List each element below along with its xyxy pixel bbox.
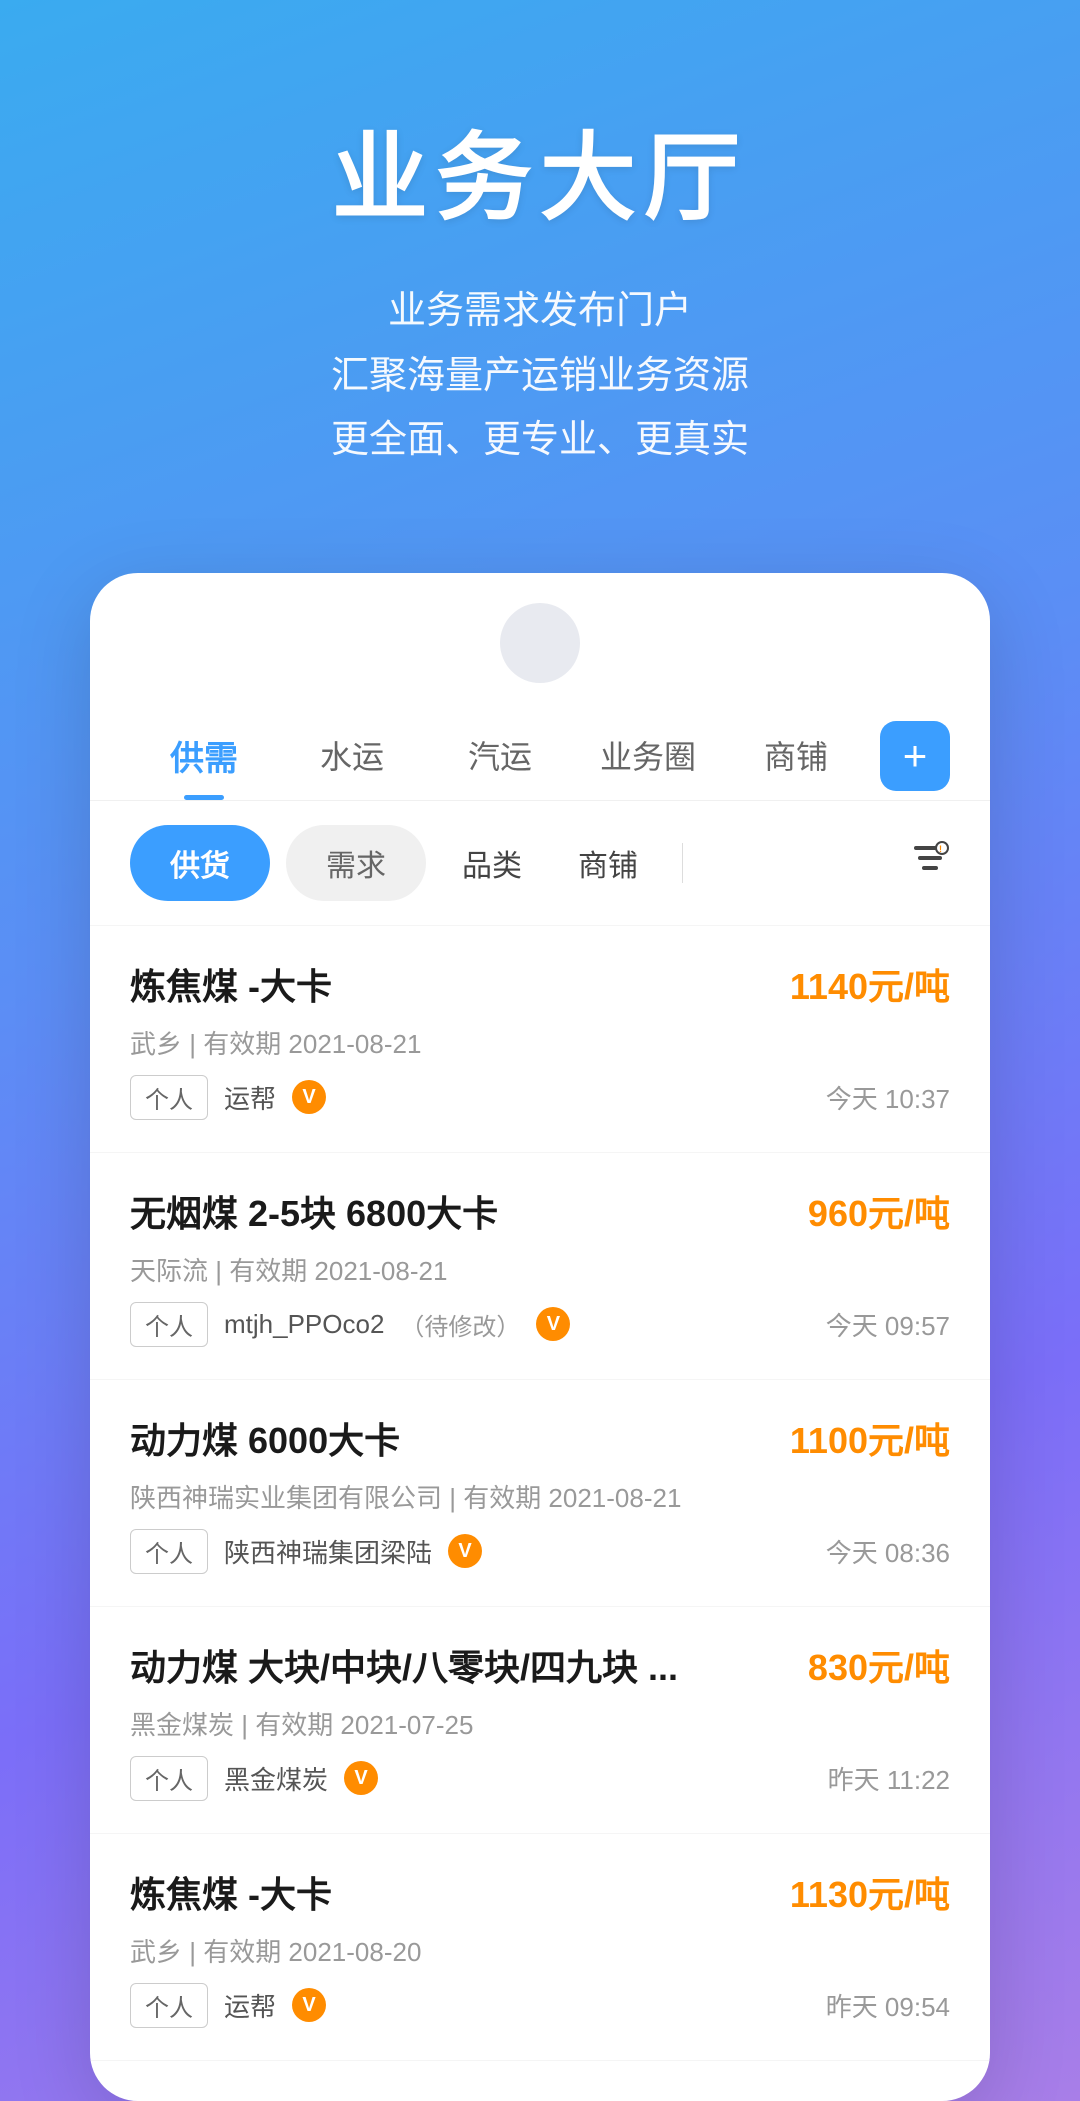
hero-title: 业务大厅 bbox=[60, 100, 1020, 239]
list-container: 炼焦煤 -大卡 1140元/吨 武乡 | 有效期 2021-08-21 个人 运… bbox=[90, 926, 990, 2061]
item-price: 1100元/吨 bbox=[790, 1412, 950, 1464]
item-pending: （待修改） bbox=[400, 1307, 520, 1342]
filter-supply[interactable]: 供货 bbox=[130, 825, 270, 901]
list-item[interactable]: 炼焦煤 -大卡 1130元/吨 武乡 | 有效期 2021-08-20 个人 运… bbox=[90, 1834, 990, 2061]
filter-demand[interactable]: 需求 bbox=[286, 825, 426, 901]
card-notch bbox=[500, 603, 580, 683]
list-item[interactable]: 无烟煤 2-5块 6800大卡 960元/吨 天际流 | 有效期 2021-08… bbox=[90, 1153, 990, 1380]
add-button[interactable]: + bbox=[880, 721, 950, 791]
item-tag: 个人 bbox=[130, 1075, 208, 1120]
app-card: 供需 水运 汽运 业务圈 商铺 + 供货 需求 品类 商铺 ! bbox=[90, 573, 990, 2101]
item-price: 1130元/吨 bbox=[790, 1866, 950, 1918]
item-time: 昨天 11:22 bbox=[828, 1760, 950, 1797]
list-item[interactable]: 动力煤 大块/中块/八零块/四九块 ... 830元/吨 黑金煤炭 | 有效期 … bbox=[90, 1607, 990, 1834]
list-item[interactable]: 动力煤 6000大卡 1100元/吨 陕西神瑞实业集团有限公司 | 有效期 20… bbox=[90, 1380, 990, 1607]
item-title: 炼焦煤 -大卡 bbox=[130, 1866, 332, 1918]
item-tag: 个人 bbox=[130, 1302, 208, 1347]
subtitle-line3: 更全面、更专业、更真实 bbox=[331, 419, 749, 461]
item-time: 昨天 09:54 bbox=[826, 1987, 950, 2024]
item-tag: 个人 bbox=[130, 1756, 208, 1801]
item-meta: 黑金煤炭 | 有效期 2021-07-25 bbox=[130, 1705, 950, 1742]
verified-badge: V bbox=[292, 1988, 326, 2022]
tab-business-circle[interactable]: 业务圈 bbox=[574, 714, 722, 798]
item-tag: 个人 bbox=[130, 1529, 208, 1574]
item-title: 动力煤 大块/中块/八零块/四九块 ... bbox=[130, 1639, 678, 1691]
tab-water-transport[interactable]: 水运 bbox=[278, 714, 426, 798]
verified-badge: V bbox=[292, 1080, 326, 1114]
item-time: 今天 10:37 bbox=[826, 1079, 950, 1116]
item-time: 今天 08:36 bbox=[826, 1533, 950, 1570]
tab-store[interactable]: 商铺 bbox=[722, 714, 870, 798]
subtitle-line2: 汇聚海量产运销业务资源 bbox=[331, 355, 749, 397]
verified-badge: V bbox=[536, 1307, 570, 1341]
item-meta: 武乡 | 有效期 2021-08-21 bbox=[130, 1024, 950, 1061]
item-title: 炼焦煤 -大卡 bbox=[130, 958, 332, 1010]
item-meta: 陕西神瑞实业集团有限公司 | 有效期 2021-08-21 bbox=[130, 1478, 950, 1515]
item-price: 830元/吨 bbox=[808, 1639, 950, 1691]
item-user: 黑金煤炭 bbox=[224, 1760, 328, 1797]
item-user: mtjh_PPOco2 bbox=[224, 1309, 384, 1340]
filter-category[interactable]: 品类 bbox=[442, 825, 542, 901]
item-time: 今天 09:57 bbox=[826, 1306, 950, 1343]
item-meta: 武乡 | 有效期 2021-08-20 bbox=[130, 1932, 950, 1969]
tab-road-transport[interactable]: 汽运 bbox=[426, 714, 574, 798]
filter-sort-icon[interactable]: ! bbox=[910, 838, 950, 887]
filter-bar: 供货 需求 品类 商铺 ! bbox=[90, 801, 990, 926]
list-item[interactable]: 炼焦煤 -大卡 1140元/吨 武乡 | 有效期 2021-08-21 个人 运… bbox=[90, 926, 990, 1153]
item-price: 1140元/吨 bbox=[790, 958, 950, 1010]
item-tag: 个人 bbox=[130, 1983, 208, 2028]
tab-supply-demand[interactable]: 供需 bbox=[130, 713, 278, 800]
verified-badge: V bbox=[344, 1761, 378, 1795]
hero-section: 业务大厅 业务需求发布门户 汇聚海量产运销业务资源 更全面、更专业、更真实 bbox=[0, 0, 1080, 533]
subtitle-line1: 业务需求发布门户 bbox=[388, 290, 692, 332]
filter-shop[interactable]: 商铺 bbox=[558, 825, 658, 901]
filter-divider bbox=[682, 843, 683, 883]
verified-badge: V bbox=[448, 1534, 482, 1568]
item-title: 动力煤 6000大卡 bbox=[130, 1412, 400, 1464]
item-user: 运帮 bbox=[224, 1987, 276, 2024]
item-user: 运帮 bbox=[224, 1079, 276, 1116]
item-title: 无烟煤 2-5块 6800大卡 bbox=[130, 1185, 498, 1237]
svg-text:!: ! bbox=[939, 844, 942, 854]
item-price: 960元/吨 bbox=[808, 1185, 950, 1237]
tab-bar: 供需 水运 汽运 业务圈 商铺 + bbox=[90, 703, 990, 801]
item-user: 陕西神瑞集团梁陆 bbox=[224, 1533, 432, 1570]
hero-subtitle: 业务需求发布门户 汇聚海量产运销业务资源 更全面、更专业、更真实 bbox=[60, 279, 1020, 473]
item-meta: 天际流 | 有效期 2021-08-21 bbox=[130, 1251, 950, 1288]
